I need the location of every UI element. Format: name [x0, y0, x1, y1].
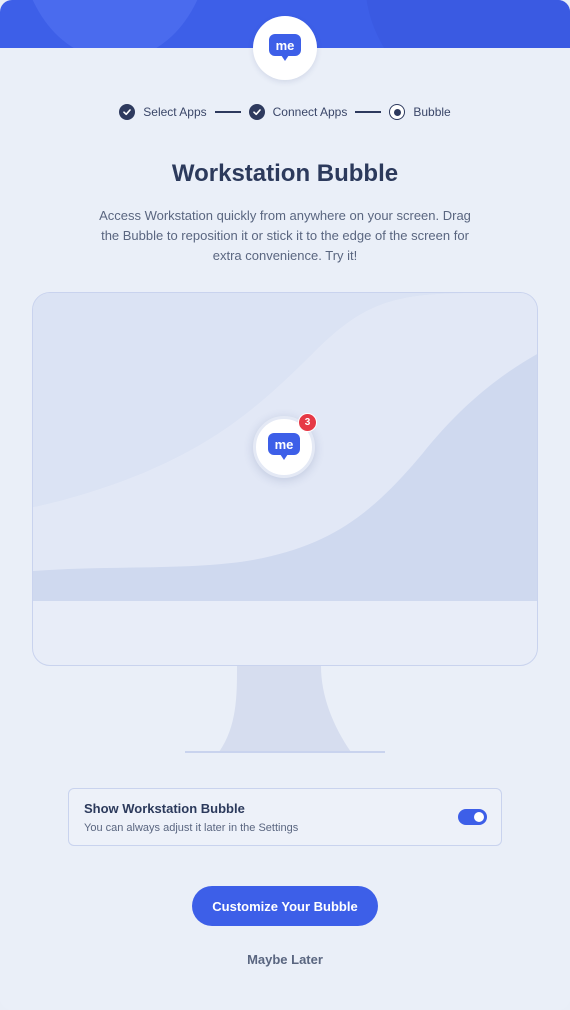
- step-connector: [214, 111, 241, 113]
- show-bubble-setting: Show Workstation Bubble You can always a…: [68, 788, 502, 846]
- step-connector: [355, 111, 382, 113]
- onboarding-window: me Select Apps Connect Apps Bubble Works…: [0, 0, 570, 1010]
- setting-subtitle: You can always adjust it later in the Se…: [84, 822, 299, 834]
- page-title: Workstation Bubble: [171, 160, 399, 187]
- header-decoration: [20, 0, 210, 48]
- step-bubble: Bubble: [389, 104, 451, 120]
- setting-title: Show Workstation Bubble: [84, 801, 245, 816]
- show-bubble-toggle[interactable]: [458, 809, 487, 825]
- toggle-knob: [474, 812, 484, 822]
- step-select-apps: Select Apps: [119, 104, 207, 120]
- svg-text:me: me: [276, 38, 295, 53]
- header-decoration: [365, 0, 570, 48]
- step-label: Bubble: [413, 105, 451, 119]
- page-description: Access Workstation quickly from anywhere…: [99, 208, 471, 263]
- step-label: Connect Apps: [272, 105, 348, 119]
- me-chat-icon: me: [268, 433, 300, 460]
- app-logo: me: [253, 16, 317, 80]
- step-connect-apps: Connect Apps: [248, 104, 348, 120]
- customize-bubble-button[interactable]: Customize Your Bubble: [192, 886, 378, 926]
- maybe-later-link[interactable]: Maybe Later: [0, 952, 570, 967]
- step-label: Select Apps: [143, 105, 207, 119]
- check-circle-icon: [119, 104, 136, 120]
- monitor-stand: [185, 666, 385, 753]
- me-chat-icon: me: [269, 34, 301, 61]
- notification-badge: 3: [298, 413, 317, 432]
- check-circle-icon: [248, 104, 265, 120]
- svg-text:me: me: [275, 437, 294, 452]
- monitor-illustration: [32, 292, 538, 666]
- progress-stepper: Select Apps Connect Apps Bubble: [0, 100, 570, 124]
- radio-dot-icon: [389, 104, 406, 120]
